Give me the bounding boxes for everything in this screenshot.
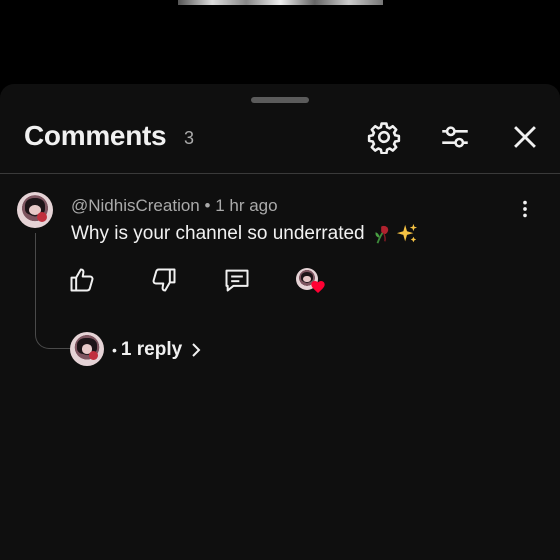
thumbs-up-icon[interactable] (68, 266, 96, 294)
drag-handle[interactable] (251, 97, 309, 103)
chevron-right-icon (192, 343, 201, 357)
comments-header: Comments 3 (0, 112, 560, 164)
comment-time: 1 hr ago (215, 196, 278, 215)
thumbs-down-icon[interactable] (150, 266, 178, 294)
view-replies-button[interactable]: • 1 reply (112, 336, 204, 364)
comments-count: 3 (184, 128, 195, 148)
comments-title: Comments (24, 120, 167, 151)
reply-count-label: 1 reply (120, 339, 183, 360)
comments-sheet: Comments 3 @NidhisCreation • 1 hr ago Wh… (0, 84, 560, 560)
more-options-icon[interactable] (514, 198, 536, 220)
reply-avatar[interactable] (70, 332, 104, 366)
meta-separator: • (204, 196, 211, 215)
commenter-avatar[interactable] (17, 192, 53, 228)
header-divider (0, 173, 560, 174)
comment-meta: @NidhisCreation • 1 hr ago (71, 196, 278, 216)
comment-text: Why is your channel so underrated (71, 223, 365, 245)
sparkles-emoji (396, 223, 417, 243)
comment-author[interactable]: @NidhisCreation (71, 196, 200, 215)
reply-icon[interactable] (223, 266, 251, 294)
creator-heart-icon[interactable] (296, 268, 328, 296)
thread-connector-line (35, 233, 70, 349)
gear-icon[interactable] (367, 120, 401, 154)
reply-bullet: • (112, 342, 117, 358)
heart-icon (311, 281, 325, 293)
sliders-icon[interactable] (438, 120, 472, 154)
close-icon[interactable] (508, 120, 542, 154)
wilted-rose-emoji (375, 225, 389, 244)
comment-body: Why is your channel so underrated (71, 223, 418, 245)
video-preview-strip (178, 0, 383, 5)
